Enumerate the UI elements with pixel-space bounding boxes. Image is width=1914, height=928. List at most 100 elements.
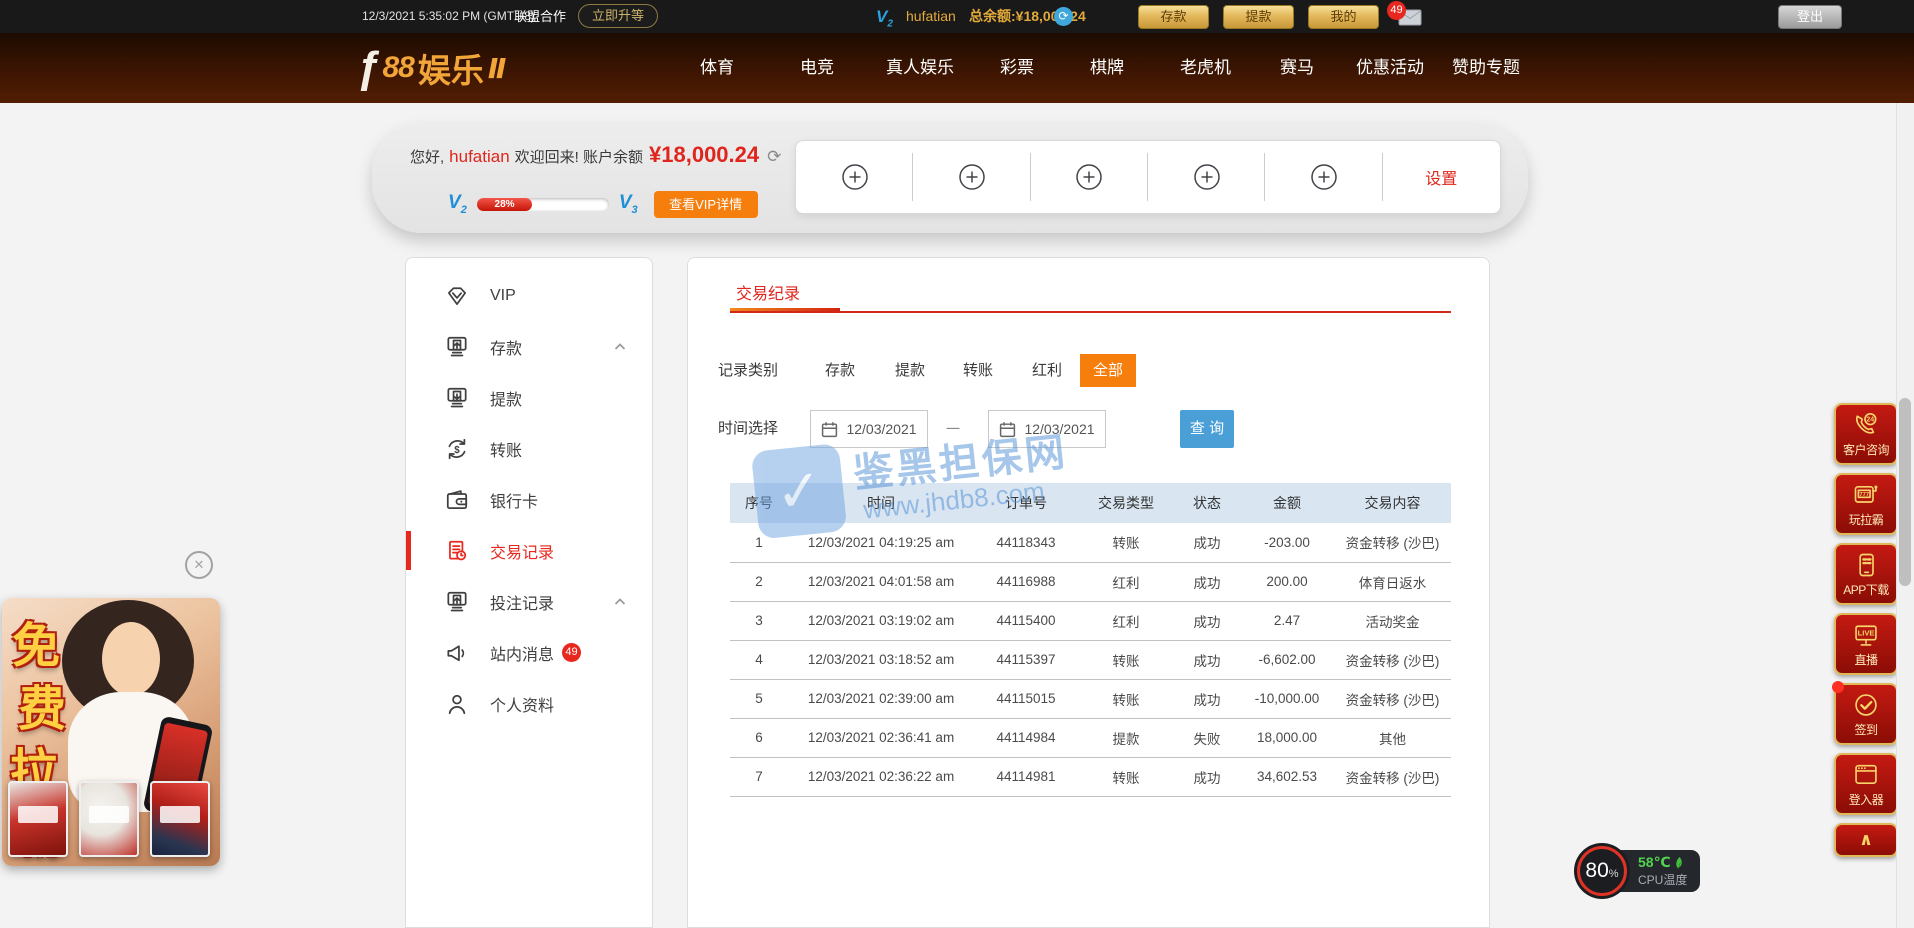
cell-detail: 活动奖金: [1334, 601, 1451, 640]
tab-transaction-records[interactable]: 交易纪录: [736, 280, 800, 304]
transaction-records-panel: 交易纪录 记录类别 存款 提款 转账 红利 全部 时间选择 12/03/2021…: [687, 257, 1490, 928]
sidebar-item-transaction-history[interactable]: 交易记录: [406, 525, 652, 576]
sidebar-item-label: VIP: [490, 287, 516, 305]
transfer-money-icon: $: [444, 436, 470, 462]
add-shortcut-slot-5[interactable]: [1265, 141, 1382, 213]
filter-withdraw[interactable]: 提款: [895, 354, 925, 387]
table-row: 212/03/2021 04:01:58 am44116988红利成功200.0…: [730, 562, 1451, 601]
vip-details-button[interactable]: 查看VIP详情: [654, 191, 758, 218]
vip-next-level: 3: [632, 204, 638, 216]
cell-order-no: 44115397: [974, 640, 1078, 679]
nav-item-sports[interactable]: 体育: [700, 33, 734, 103]
cell-amount: 2.47: [1240, 601, 1334, 640]
add-shortcut-slot-2[interactable]: [913, 141, 1030, 213]
launcher-button[interactable]: 登入器: [1834, 753, 1898, 815]
vip-letter: V: [876, 7, 887, 26]
site-logo[interactable]: ƒ 88 娱乐 Ⅱ: [356, 33, 506, 103]
sidebar-item-withdraw[interactable]: 提款: [406, 372, 652, 423]
logout-button[interactable]: 登出: [1778, 5, 1842, 29]
upgrade-button[interactable]: 立即升等: [578, 4, 658, 28]
welcome-back-text: 欢迎回来! 账户余额: [515, 146, 643, 167]
vip-progress-bar: 28%: [477, 198, 609, 211]
sidebar-item-transfer[interactable]: $ 转账: [406, 423, 652, 474]
app-download-button[interactable]: APP下载: [1834, 543, 1898, 605]
add-icon: [1192, 162, 1222, 192]
filter-bonus[interactable]: 红利: [1032, 354, 1062, 387]
cell-detail: 体育日返水: [1334, 562, 1451, 601]
withdraw-button[interactable]: 提款: [1223, 5, 1294, 29]
date-from-input[interactable]: 12/03/2021: [810, 410, 928, 448]
promo-close-button[interactable]: ✕: [185, 551, 213, 579]
cell-time: 12/03/2021 04:19:25 am: [788, 523, 974, 562]
cell-index: 5: [730, 679, 788, 718]
live-stream-button[interactable]: LIVE 直播: [1834, 613, 1898, 675]
refresh-icon[interactable]: ⟳: [767, 147, 781, 167]
col-amount: 金额: [1240, 483, 1334, 523]
nav-item-board-games[interactable]: 棋牌: [1090, 33, 1124, 103]
cpu-percent-sign: %: [1609, 868, 1619, 880]
my-account-button[interactable]: 我的: [1308, 5, 1379, 29]
nav-item-horse-racing[interactable]: 赛马: [1280, 33, 1314, 103]
cell-index: 6: [730, 718, 788, 757]
leaf-icon: [1674, 856, 1685, 870]
collapse-menu-button[interactable]: ∧: [1834, 823, 1898, 857]
col-status: 状态: [1174, 483, 1240, 523]
add-shortcut-slot-4[interactable]: [1148, 141, 1265, 213]
promo-thumbnail[interactable]: [8, 781, 68, 857]
refresh-balance-icon[interactable]: ⟳: [1054, 7, 1073, 26]
cell-amount: 200.00: [1240, 562, 1334, 601]
col-time: 时间: [788, 483, 974, 523]
filter-transfer[interactable]: 转账: [963, 354, 993, 387]
filter-all-active[interactable]: 全部: [1080, 354, 1136, 387]
welcome-username: hufatian: [449, 147, 510, 167]
alliance-link[interactable]: 联盟合作: [514, 0, 566, 33]
filter-deposit[interactable]: 存款: [825, 354, 855, 387]
vip-current-badge: V2: [448, 192, 467, 216]
promo-thumbnail[interactable]: [150, 781, 210, 857]
sidebar-item-label: 转账: [490, 437, 522, 461]
chevron-up-icon: [614, 342, 626, 351]
welcome-message: 您好, hufatian 欢迎回来! 账户余额 ¥18,000.24 ⟳: [410, 142, 781, 168]
play-slots-button[interactable]: 777 玩拉霸: [1834, 473, 1898, 535]
time-select-row: 时间选择 12/03/2021 一 12/03/2021 查 询: [688, 410, 1489, 448]
logo-f: ƒ: [356, 43, 380, 93]
cell-type: 提款: [1078, 718, 1174, 757]
sidebar-item-betting-history[interactable]: 投注记录: [406, 576, 652, 627]
nav-item-promotions[interactable]: 优惠活动: [1356, 33, 1424, 103]
col-index: 序号: [730, 483, 788, 523]
nav-item-lottery[interactable]: 彩票: [1000, 33, 1034, 103]
sidebar-item-label: 站内消息: [490, 641, 554, 665]
sidebar-item-vip[interactable]: VIP: [406, 270, 652, 321]
sidebar-item-deposit[interactable]: 存款: [406, 321, 652, 372]
sidebar-item-profile[interactable]: 个人资料: [406, 678, 652, 729]
sidebar-item-bank-card[interactable]: 银行卡: [406, 474, 652, 525]
float-label: 签到: [1854, 721, 1877, 738]
main-navbar: ƒ 88 娱乐 Ⅱ 体育 电竞 真人娱乐 彩票 棋牌 老虎机 赛马 优惠活动 赞…: [0, 33, 1914, 103]
wallet-icon: [444, 487, 470, 513]
check-in-button[interactable]: 签到: [1834, 683, 1898, 745]
shortcuts-settings-link[interactable]: 设置: [1383, 141, 1500, 213]
add-icon: [840, 162, 870, 192]
sidebar-item-messages[interactable]: 站内消息 49: [406, 627, 652, 678]
scrollbar-thumb[interactable]: [1899, 398, 1911, 586]
nav-item-esports[interactable]: 电竞: [800, 33, 834, 103]
nav-item-live-casino[interactable]: 真人娱乐: [886, 33, 954, 103]
phone-24h-icon: 24: [1852, 411, 1880, 439]
nav-item-slots[interactable]: 老虎机: [1180, 33, 1231, 103]
date-to-input[interactable]: 12/03/2021: [988, 410, 1106, 448]
promo-thumbnail[interactable]: [79, 781, 139, 857]
customer-service-button[interactable]: 24 客户咨询: [1834, 403, 1898, 465]
deposit-button[interactable]: 存款: [1138, 5, 1209, 29]
vip-next-letter: V: [619, 192, 632, 213]
logo-suffix: Ⅱ: [488, 52, 506, 85]
table-row: 112/03/2021 04:19:25 am44118343转账成功-203.…: [730, 523, 1451, 562]
add-shortcut-slot-1[interactable]: [796, 141, 913, 213]
tab-divider-line: [730, 311, 1451, 313]
search-button[interactable]: 查 询: [1180, 410, 1234, 448]
sidebar-item-label: 提款: [490, 386, 522, 410]
cpu-temp-value: 58℃: [1638, 854, 1671, 871]
nav-item-sponsorship[interactable]: 赞助专题: [1452, 33, 1520, 103]
cpu-usage-gauge: 80%: [1574, 843, 1630, 899]
cell-amount: -10,000.00: [1240, 679, 1334, 718]
add-shortcut-slot-3[interactable]: [1031, 141, 1148, 213]
